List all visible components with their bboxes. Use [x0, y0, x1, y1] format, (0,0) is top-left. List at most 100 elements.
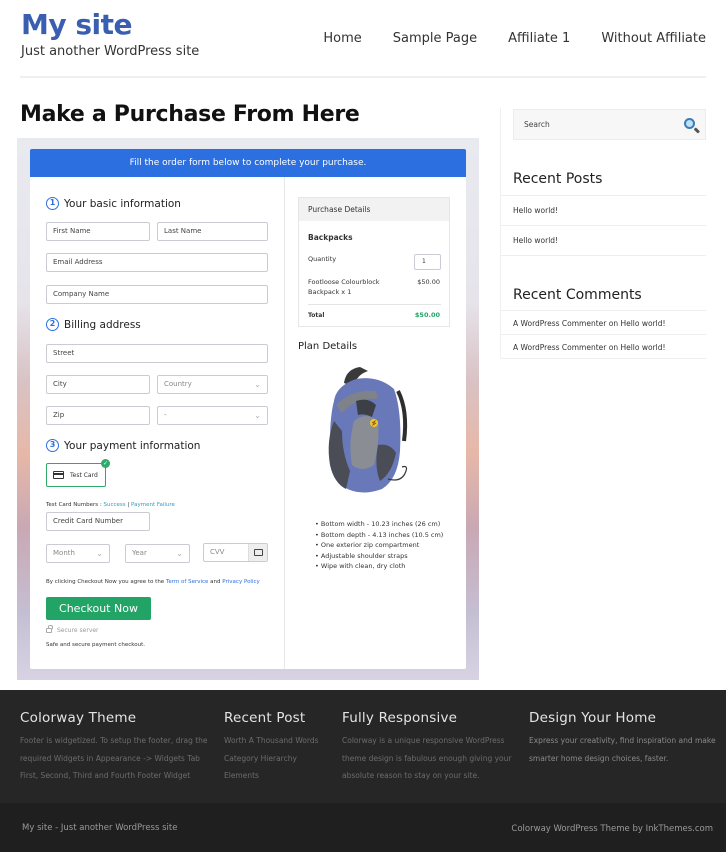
site-header: My site Just another WordPress site Home…: [0, 0, 726, 90]
nav-item-without-affiliate[interactable]: Without Affiliate: [601, 31, 706, 46]
footer-col-title: Colorway Theme: [20, 710, 137, 726]
footer-col-fully-responsive: Fully Responsive Colorway is a unique re…: [342, 710, 511, 785]
sidebar-border: [500, 108, 501, 358]
search-placeholder: Search: [524, 120, 550, 129]
step-number-icon: 2: [46, 318, 59, 331]
company-name-input[interactable]: Company Name: [46, 285, 268, 304]
cvv-input[interactable]: CVV: [203, 543, 268, 562]
recent-posts-title: Recent Posts: [513, 171, 603, 187]
footer-col-recent-post: Recent Post Worth A Thousand Words Categ…: [224, 710, 319, 785]
search-input[interactable]: Search: [513, 109, 706, 140]
footer-post-link[interactable]: Worth A Thousand Words: [224, 732, 319, 750]
footer-widgets: Colorway Theme Footer is widgetized. To …: [0, 690, 726, 803]
safe-checkout-text: Safe and secure payment checkout.: [46, 642, 145, 648]
widget-divider: [501, 310, 706, 311]
street-input[interactable]: Street: [46, 344, 268, 363]
footer-theme-credit-link[interactable]: Colorway WordPress Theme by InkThemes.co…: [511, 824, 713, 834]
section-billing-address: 2 Billing address: [46, 318, 141, 331]
plan-details-heading: Plan Details: [298, 341, 358, 352]
chevron-down-icon: ⌄: [254, 411, 261, 420]
footer-col-design-your-home: Design Your Home Express your creativity…: [529, 710, 716, 767]
recent-comment-link[interactable]: A WordPress Commenter on Hello world!: [513, 343, 666, 352]
section-title: Your basic information: [64, 197, 181, 210]
checkout-now-button[interactable]: Checkout Now: [46, 597, 151, 620]
terms-of-service-link[interactable]: Term of Service: [166, 579, 208, 585]
last-name-input[interactable]: Last Name: [157, 222, 268, 241]
footer-text-line: Colorway is a unique responsive WordPres…: [342, 736, 505, 745]
main-nav: Home Sample Page Affiliate 1 Without Aff…: [292, 31, 706, 46]
payment-method-test-card[interactable]: Test Card ✓: [46, 459, 110, 487]
footer-post-link[interactable]: Elements: [224, 767, 319, 785]
terms-prefix: By clicking Checkout Now you agree to th…: [46, 579, 166, 585]
item-name-line2: Backpack x 1: [308, 288, 352, 296]
success-link[interactable]: Success: [104, 502, 126, 508]
purchase-details-heading: Purchase Details: [299, 198, 449, 221]
footer-bottom-bar: My site - Just another WordPress site Co…: [0, 803, 726, 852]
test-card-numbers: Test Card Numbers : Success | Payment Fa…: [46, 502, 175, 508]
feature-item: Bottom width - 10.23 inches (26 cm): [315, 519, 443, 530]
feature-item: Adjustable shoulder straps: [315, 551, 443, 562]
footer-post-link[interactable]: Category Hierarchy: [224, 750, 319, 768]
test-card-numbers-label: Test Card Numbers :: [46, 502, 104, 508]
section-basic-info: 1 Your basic information: [46, 197, 181, 210]
state-select-value: -: [164, 411, 167, 419]
terms-and: and: [208, 579, 223, 585]
recent-post-link[interactable]: Hello world!: [513, 236, 558, 245]
expiry-month-select[interactable]: Month ⌄: [46, 544, 110, 563]
state-select[interactable]: - ⌄: [157, 406, 268, 425]
footer-text-line: required Widgets in Appearance -> Widget…: [20, 753, 200, 763]
item-name-line1: Footloose Colourblock: [308, 278, 380, 286]
footer-site-credit: My site - Just another WordPress site: [22, 823, 178, 833]
credit-card-number-input[interactable]: Credit Card Number: [46, 512, 150, 531]
feature-item: Bottom depth - 4.13 inches (10.5 cm): [315, 530, 443, 541]
header-divider: [20, 76, 706, 78]
footer-text-line: smarter home design choices, faster.: [529, 753, 669, 763]
nav-item-affiliate-1[interactable]: Affiliate 1: [508, 31, 570, 46]
footer-col-title: Design Your Home: [529, 710, 657, 726]
secure-server-label: Secure server: [57, 627, 99, 634]
footer-text-line: absolute reason to stay on your site.: [342, 771, 480, 780]
card-icon: [253, 549, 263, 556]
first-name-input[interactable]: First Name: [46, 222, 150, 241]
expiry-year-select[interactable]: Year ⌄: [125, 544, 190, 563]
section-title: Your payment information: [64, 439, 201, 452]
recent-comment-link[interactable]: A WordPress Commenter on Hello world!: [513, 319, 666, 328]
plan-features-list: Bottom width - 10.23 inches (26 cm) Bott…: [315, 519, 443, 572]
email-input[interactable]: Email Address: [46, 253, 268, 272]
cvv-card-icon-box: [248, 544, 267, 561]
cvv-placeholder: CVV: [210, 548, 225, 556]
month-select-value: Month: [53, 549, 75, 557]
nav-item-sample-page[interactable]: Sample Page: [393, 31, 477, 46]
search-icon[interactable]: [684, 118, 695, 129]
checkout-banner: Fill the order form below to complete yo…: [30, 149, 466, 177]
country-select[interactable]: Country ⌄: [157, 375, 268, 394]
page-title: Make a Purchase From Here: [20, 102, 360, 127]
country-select-value: Country: [164, 380, 192, 388]
quantity-input[interactable]: 1: [414, 254, 441, 270]
checkout-form-card: Fill the order form below to complete yo…: [30, 149, 466, 669]
site-title-link[interactable]: My site: [21, 8, 133, 41]
payment-failure-link[interactable]: Payment Failure: [131, 502, 175, 508]
recent-post-link[interactable]: Hello world!: [513, 206, 558, 215]
credit-card-icon: [53, 471, 64, 479]
footer-col-title: Fully Responsive: [342, 710, 458, 726]
footer-col-title: Recent Post: [224, 710, 306, 726]
footer-text-line: First, Second, Third and Fourth Footer W…: [20, 771, 191, 780]
widget-divider: [501, 358, 706, 359]
city-input[interactable]: City: [46, 375, 150, 394]
purchase-divider: [308, 304, 441, 305]
product-group: Backpacks: [308, 233, 353, 242]
zip-input[interactable]: Zip: [46, 406, 150, 425]
nav-item-home[interactable]: Home: [323, 31, 361, 46]
lock-icon: [46, 625, 53, 633]
feature-item: One exterior zip compartment: [315, 540, 443, 551]
chevron-down-icon: ⌄: [96, 549, 103, 558]
year-select-value: Year: [132, 549, 147, 557]
chevron-down-icon: ⌄: [254, 380, 261, 389]
footer-text-line: theme design is fabulous enough giving y…: [342, 753, 512, 763]
payment-method-label: Test Card: [70, 471, 98, 479]
step-number-icon: 1: [46, 197, 59, 210]
section-title: Billing address: [64, 318, 141, 331]
secure-server: Secure server: [46, 625, 99, 634]
privacy-policy-link[interactable]: Privacy Policy: [222, 579, 259, 585]
